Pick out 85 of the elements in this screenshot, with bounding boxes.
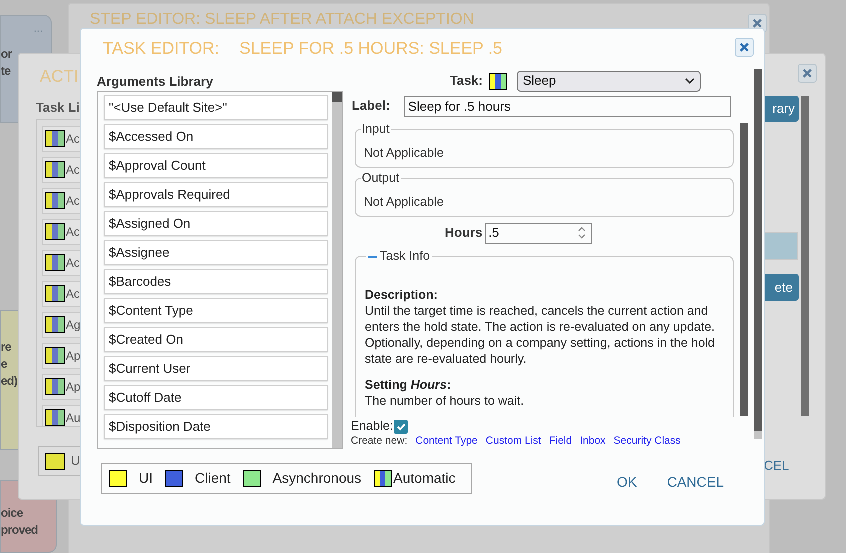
node-text: re: [1, 339, 12, 356]
argument-item[interactable]: $Accessed On: [104, 124, 328, 149]
close-icon[interactable]: [740, 43, 749, 52]
section-legend: Task Info: [380, 247, 430, 266]
setting-text: The number of hours to wait.: [365, 392, 526, 409]
automatic-swatch-icon: [374, 470, 392, 487]
field-label: Hours: [445, 224, 483, 242]
automatic-swatch-icon: [45, 223, 65, 240]
argument-item[interactable]: "<Use Default Site>": [104, 95, 328, 120]
automatic-swatch-icon: [45, 347, 65, 364]
description-heading: Description:: [365, 286, 438, 303]
field-label: Create new:: [351, 434, 408, 446]
scrollbar-thumb[interactable]: [332, 92, 342, 102]
create-link[interactable]: Content Type: [416, 434, 478, 446]
ok-button[interactable]: OK: [616, 472, 638, 492]
argument-item[interactable]: $Cutoff Date: [104, 385, 328, 410]
field-label: Enable:: [351, 418, 394, 436]
ui-swatch-icon: [109, 470, 127, 487]
automatic-swatch-icon: [45, 130, 65, 147]
task-select[interactable]: Sleep: [517, 70, 701, 92]
legend-label: Automatic: [394, 469, 456, 488]
automatic-swatch-icon: [45, 161, 65, 178]
automatic-swatch-icon: [45, 316, 65, 333]
legend-label: UI: [139, 469, 153, 488]
spinner-icon[interactable]: [576, 226, 587, 240]
scrollbar[interactable]: [754, 69, 762, 439]
light-field: [764, 232, 798, 260]
setting-heading: Setting Hours:: [365, 376, 452, 393]
chevron-down-icon: [685, 78, 695, 84]
legend-label: Asynchronous: [272, 469, 362, 488]
async-swatch-icon: [242, 470, 261, 487]
legend-label: U: [71, 452, 80, 470]
client-swatch-icon: [165, 470, 183, 487]
argument-item[interactable]: $Barcodes: [104, 269, 328, 294]
close-button[interactable]: [735, 38, 754, 57]
cancel-button[interactable]: CANCEL: [667, 472, 724, 492]
close-icon[interactable]: [803, 69, 812, 78]
scrollbar[interactable]: [740, 123, 748, 416]
task-type-icon: [489, 72, 507, 90]
node-text: e: [1, 356, 8, 373]
automatic-swatch-icon: [45, 285, 65, 302]
create-link[interactable]: Field: [549, 434, 572, 446]
section-text: Not Applicable: [364, 194, 445, 211]
argument-item[interactable]: $Assigned On: [104, 211, 328, 236]
node-text: or: [1, 46, 12, 63]
section-text: Not Applicable: [364, 144, 445, 162]
node-text: ed): [1, 373, 18, 390]
section-heading: Task Li: [36, 99, 80, 117]
label-field[interactable]: Sleep for .5 hours: [404, 96, 732, 116]
description-text: Until the target time is reached, cancels the current action and enters the hold state. The action is re-evaluated on any update. Optionally, depending on a company setting, actions in the hold state are re-evaluated hourly.: [365, 302, 716, 367]
argument-item[interactable]: $Approval Count: [104, 153, 328, 178]
scrollbar[interactable]: [801, 96, 809, 416]
window-title: ACTI: [40, 66, 79, 88]
hours-field[interactable]: .5: [484, 222, 592, 244]
close-icon[interactable]: [753, 19, 762, 28]
argument-item[interactable]: $Approvals Required: [104, 182, 328, 207]
node-text: te: [1, 63, 11, 80]
legend-label: Client: [195, 469, 231, 488]
section-heading: Arguments Library: [97, 73, 214, 91]
section-legend: Output: [361, 169, 401, 188]
argument-item[interactable]: $Current User: [104, 356, 328, 381]
dialog-title: SLEEP FOR .5 HOURS: SLEEP .5: [240, 38, 502, 60]
close-button[interactable]: [798, 64, 817, 83]
section-legend: Input: [361, 120, 391, 139]
automatic-swatch-icon: [45, 192, 65, 209]
argument-item[interactable]: $Created On: [104, 327, 328, 352]
argument-item[interactable]: $Assignee: [104, 240, 328, 265]
create-link[interactable]: Security Class: [614, 434, 681, 446]
argument-item[interactable]: $Content Type: [104, 298, 328, 323]
dialog-title-prefix: TASK EDITOR:: [103, 38, 220, 60]
create-link[interactable]: Custom List: [486, 434, 542, 446]
scrollbar[interactable]: [332, 92, 342, 448]
ui-swatch-icon: [45, 452, 65, 470]
node-text: proved: [1, 522, 38, 539]
field-label: Label:: [352, 97, 390, 116]
automatic-swatch-icon: [45, 409, 65, 426]
automatic-swatch-icon: [45, 254, 65, 271]
automatic-swatch-icon: [45, 378, 65, 395]
window-title: STEP EDITOR: SLEEP AFTER ATTACH EXCEPTION: [90, 10, 474, 30]
node-text: oice: [1, 505, 24, 522]
argument-item[interactable]: $Disposition Date: [104, 414, 328, 439]
field-label: Task:: [450, 72, 483, 90]
create-link[interactable]: Inbox: [580, 434, 606, 446]
cancel-button[interactable]: CEL: [764, 456, 790, 476]
enable-checkbox[interactable]: [394, 420, 408, 434]
